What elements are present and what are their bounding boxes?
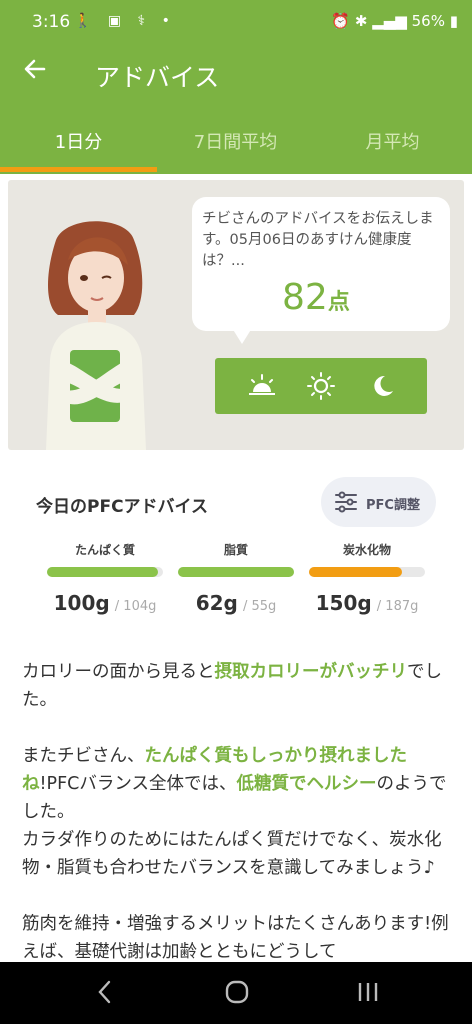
fat-unit: g — [223, 591, 238, 615]
fat-label: 脂質 — [223, 543, 248, 557]
advice-highlight: 低糖質でヘルシー — [236, 774, 377, 794]
protein-amount: 100 — [53, 591, 96, 615]
moon-icon[interactable] — [367, 372, 397, 400]
tab-monthly-average[interactable]: 月平均 — [314, 128, 471, 154]
sun-icon[interactable] — [306, 372, 336, 400]
system-nav-bar — [0, 962, 472, 1024]
app-bar: アドバイス — [0, 44, 472, 104]
protein-bar — [47, 567, 163, 577]
carbs-bar-fill — [309, 567, 402, 577]
advice-paragraph-2: またチビさん、たんぱく質もしっかり摂れましたね!PFCバランス全体では、低糖質で… — [22, 742, 452, 826]
advice-paragraph-2b: カラダ作りのためにはたんぱく質だけでなく、炭水化物・脂質も合わせたバランスを意識… — [22, 830, 442, 878]
health-score-unit: 点 — [327, 290, 350, 315]
advice-highlight: 摂取カロリーがバッチリ — [214, 662, 408, 682]
nav-back-icon[interactable] — [96, 978, 114, 1010]
nav-recents-icon[interactable] — [356, 978, 380, 1010]
carbs-value: 150g / 187g — [302, 591, 432, 615]
health-score-value: 82 — [282, 277, 328, 318]
nav-home-icon[interactable] — [224, 978, 250, 1010]
protein-unit: g — [95, 591, 110, 615]
advisor-avatar — [36, 210, 156, 450]
protein-label: たんぱく質 — [74, 543, 135, 557]
signal-icon: ▂▄▆ — [372, 12, 407, 30]
advice-paragraph-3: 筋肉を維持・増強するメリットはたくさんあります!例えば、基礎代謝は加齢とともにど… — [22, 914, 449, 962]
sunrise-icon[interactable] — [247, 372, 277, 400]
battery-icon: ▮ — [449, 12, 458, 30]
pfc-adjust-label: PFC調整 — [366, 498, 420, 513]
advice-bubble[interactable]: チビさんのアドバイスをお伝えします。05月06日のあすけん健康度は？... 82… — [192, 197, 450, 331]
active-tab-indicator — [0, 167, 157, 172]
advice-text-span: !PFCバランス全体では、 — [39, 774, 237, 794]
protein-value: 100g / 104g — [40, 591, 170, 615]
carbs-amount: 150 — [315, 591, 358, 615]
protein-bar-fill — [47, 567, 159, 577]
fat-amount: 62 — [195, 591, 224, 615]
alarm-icon: ⏰ — [331, 12, 351, 30]
health-score: 82点 — [282, 277, 350, 318]
back-arrow-icon[interactable] — [22, 56, 48, 88]
tab-7day-average[interactable]: 7日間平均 — [157, 128, 314, 154]
status-bar: 3:16 🚶 ▣ ⚕ • ⏰ ✱ ▂▄▆ 56% ▮ — [0, 0, 472, 44]
carbs-bar — [309, 567, 425, 577]
status-right-icons: ⏰ ✱ ▂▄▆ 56% ▮ — [331, 12, 458, 30]
protein-target: / 104g — [114, 599, 157, 614]
carbs-target: / 187g — [376, 599, 419, 614]
bubble-tail — [232, 328, 252, 344]
bluetooth-icon: ✱ — [354, 12, 368, 30]
advice-paragraph-1: カロリーの面から見ると摂取カロリーがバッチリでした。 — [22, 658, 452, 714]
advice-bubble-message: チビさんのアドバイスをお伝えします。05月06日のあすけん健康度は？... — [202, 211, 434, 269]
meal-time-selector — [215, 358, 427, 414]
page-title: アドバイス — [95, 63, 220, 92]
status-time: 3:16 — [32, 12, 71, 32]
sliders-icon — [333, 489, 359, 519]
carbs-label: 炭水化物 — [342, 543, 391, 557]
fat-target: / 55g — [242, 599, 277, 614]
advice-text-span: またチビさん、 — [22, 746, 145, 766]
status-notification-icons: 🚶 ▣ ⚕ • — [74, 13, 176, 29]
tab-1day[interactable]: 1日分 — [0, 128, 157, 154]
pfc-adjust-button[interactable]: PFC調整 — [321, 477, 436, 527]
fat-value: 62g / 55g — [171, 591, 301, 615]
carbs-unit: g — [357, 591, 372, 615]
pfc-advice-title: 今日のPFCアドバイス — [36, 497, 209, 517]
advice-text: カロリーの面から見ると摂取カロリーがバッチリでした。 またチビさん、たんぱく質も… — [22, 658, 452, 966]
fat-bar — [178, 567, 294, 577]
period-tabs: 1日分 7日間平均 月平均 — [0, 104, 472, 174]
battery-percent: 56% — [411, 12, 445, 30]
fat-bar-fill — [178, 567, 294, 577]
advice-text-span: カロリーの面から見ると — [22, 662, 215, 682]
